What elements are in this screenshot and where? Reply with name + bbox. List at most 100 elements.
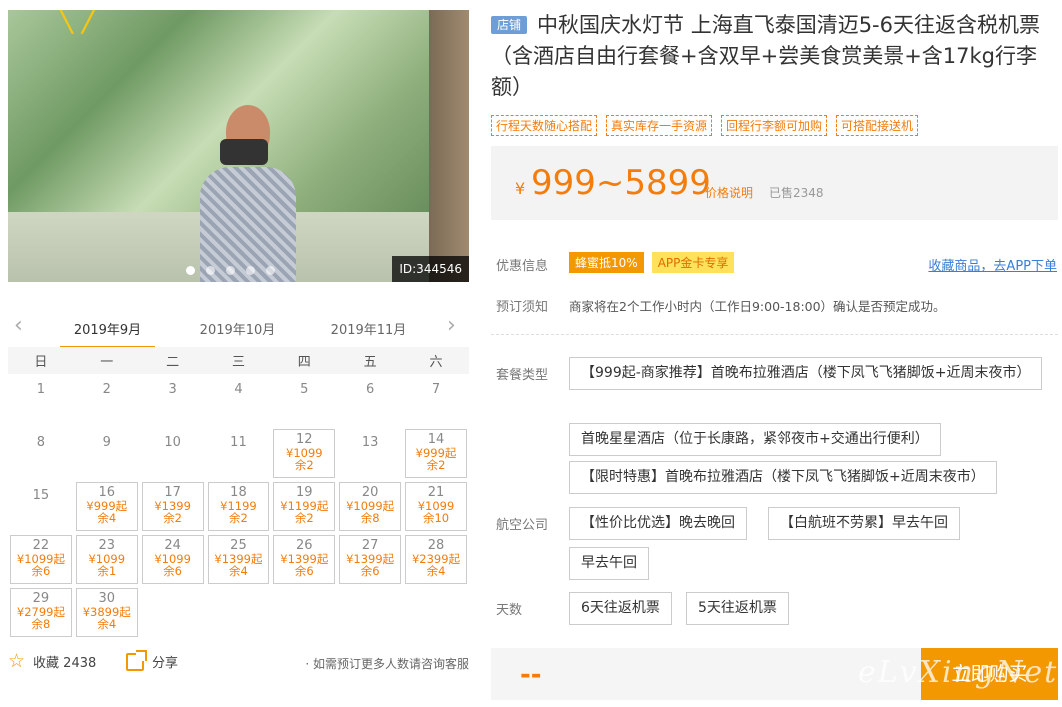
day-remaining: 余2 [163, 511, 183, 525]
airline-option[interactable]: 【性价比优选】晚去晚回 [569, 507, 747, 540]
airline-option[interactable]: 【白航班不劳累】早去午回 [768, 507, 960, 540]
calendar-day: 9 [102, 435, 111, 450]
calendar-day[interactable]: 20 ¥1099起 余8 [339, 482, 402, 531]
booking-label: 预订须知 [496, 300, 549, 315]
favorite-button[interactable]: ☆ 收藏 2438 [8, 652, 97, 672]
feature-tag: 行程天数随心搭配 [491, 115, 598, 136]
calendar-day[interactable]: 30 ¥3899起 余4 [75, 588, 138, 637]
day-number: 28 [427, 538, 445, 553]
day-number: 29 [32, 591, 50, 606]
day-remaining: 余4 [97, 511, 117, 525]
calendar-day[interactable]: 14 ¥999起 余2 [405, 429, 467, 478]
day-number: 16 [98, 485, 116, 500]
day-remaining: 余2 [426, 458, 446, 472]
day-number: 27 [361, 538, 379, 553]
share-label: 分享 [152, 656, 179, 671]
share-icon [126, 649, 147, 671]
calendar-day: 4 [234, 382, 243, 397]
day-remaining: 余6 [294, 564, 314, 578]
tab-month-sep[interactable]: 2019年9月 [60, 319, 155, 349]
carousel-dots[interactable] [186, 266, 275, 275]
photo-person [186, 105, 311, 282]
days-option[interactable]: 6天往返机票 [569, 592, 672, 625]
calendar-day[interactable]: 16 ¥999起 余4 [75, 482, 138, 531]
package-option[interactable]: 【限时特惠】首晚布拉雅酒店（楼下凤飞飞猪脚饭+近周末夜市） [569, 461, 997, 494]
day-number: 24 [164, 538, 181, 553]
day-number: 21 [427, 485, 445, 500]
feature-tag: 真实库存一手资源 [606, 115, 713, 136]
date-calendar: 日一二三四五六 1 2 3 4 5 6 7 8 9 10 11 12 ¥1099 余2 13 14 ¥999起余… [8, 347, 469, 639]
calendar-day[interactable]: 19 ¥1199起 余2 [273, 482, 336, 531]
calendar-day[interactable]: 27 ¥1399起 余6 [339, 535, 402, 584]
airline-label: 航空公司 [496, 518, 549, 533]
shop-badge: 店铺 [491, 16, 528, 34]
calendar-day[interactable]: 17 ¥1399 余2 [141, 482, 204, 531]
day-remaining: 余4 [229, 564, 248, 578]
carousel-dot[interactable] [266, 266, 275, 275]
calendar-day: 5 [300, 382, 309, 397]
carousel-dot[interactable] [246, 266, 255, 275]
tab-month-nov[interactable]: 2019年11月 [321, 319, 416, 338]
day-remaining: 余6 [163, 564, 183, 578]
share-button[interactable]: 分享 [126, 649, 179, 671]
feature-tags: 行程天数随心搭配 真实库存一手资源 回程行李额可加购 可搭配接送机 [491, 115, 919, 136]
day-number: 14 [427, 432, 445, 447]
calendar-day: 3 [168, 382, 177, 397]
calendar-day[interactable]: 22 ¥1099起 余6 [10, 535, 72, 584]
product-title-text: 中秋国庆水灯节 上海直飞泰国清迈5-6天往返含税机票（含酒店自由行套餐+含双早+… [491, 13, 1040, 99]
month-switcher: ‹ 2019年9月 2019年10月 2019年11月 › [8, 311, 469, 349]
package-option[interactable]: 【999起-商家推荐】首晚布拉雅酒店（楼下凤飞飞猪脚饭+近周末夜市） [569, 357, 1042, 390]
day-number: 23 [98, 538, 116, 553]
tab-month-oct[interactable]: 2019年10月 [190, 319, 285, 338]
calendar-day: 8 [36, 435, 46, 450]
package-option[interactable]: 首晚星星酒店（位于长康路，紧邻夜市+交通出行便利） [569, 423, 941, 456]
day-number: 22 [32, 538, 50, 553]
calendar-day[interactable]: 12 ¥1099 余2 [273, 429, 336, 478]
day-remaining: 余6 [360, 564, 380, 578]
calendar-day[interactable]: 26 ¥1399起 余6 [273, 535, 336, 584]
calendar-day: 13 [361, 435, 379, 450]
divider [491, 334, 1058, 335]
calendar-day[interactable]: 25 ¥1399起 余4 [207, 535, 270, 584]
day-number: 19 [296, 485, 313, 500]
weekday-label: 一 [73, 347, 140, 374]
day-remaining: 余6 [31, 564, 51, 578]
day-remaining: 余10 [422, 511, 450, 525]
calendar-day: 11 [230, 435, 247, 450]
price-currency: ¥ [515, 179, 526, 198]
feature-tag: 回程行李额可加购 [721, 115, 828, 136]
day-remaining: 余4 [426, 564, 446, 578]
carousel-dot[interactable] [186, 266, 195, 275]
day-remaining: 余8 [360, 511, 380, 525]
product-photo: ╲ ╱ ID:344546 [8, 10, 469, 282]
calendar-day: 1 [36, 382, 46, 397]
calendar-day[interactable]: 23 ¥1099 余1 [75, 535, 138, 584]
weekday-label: 二 [139, 347, 206, 374]
price-box: ¥ 999~5899 价格说明 已售2348 [491, 146, 1058, 220]
carousel-dot[interactable] [226, 266, 235, 275]
weekday-header: 日一二三四五六 [8, 347, 469, 374]
prev-month-chevron-icon[interactable]: ‹ [14, 315, 23, 337]
product-title: 店铺 中秋国庆水灯节 上海直飞泰国清迈5-6天往返含税机票（含酒店自由行套餐+含双… [491, 10, 1051, 103]
calendar-day[interactable]: 18 ¥1199 余2 [207, 482, 270, 531]
calendar-day[interactable]: 29 ¥2799起 余8 [10, 588, 72, 637]
sun-flare-decoration: ╲ ╱ [56, 10, 99, 34]
day-number: 20 [361, 485, 379, 500]
next-month-chevron-icon[interactable]: › [447, 315, 456, 337]
airline-option[interactable]: 早去午回 [569, 547, 649, 580]
price-explanation-link[interactable]: 价格说明 [705, 184, 753, 201]
days-option[interactable]: 5天往返机票 [686, 592, 789, 625]
day-remaining: 余2 [294, 511, 314, 525]
day-number: 26 [296, 538, 313, 553]
weekday-label: 四 [271, 347, 338, 374]
carousel-dot[interactable] [206, 266, 215, 275]
calendar-day[interactable]: 24 ¥1099 余6 [141, 535, 204, 584]
calendar-day[interactable]: 28 ¥2399起 余4 [405, 535, 467, 584]
calendar-day[interactable]: 21 ¥1099 余10 [405, 482, 467, 531]
package-label: 套餐类型 [496, 368, 549, 383]
favorite-count: 收藏 2438 [33, 656, 97, 671]
sold-count: 已售2348 [769, 186, 824, 200]
calendar-day: 10 [164, 435, 181, 450]
calendar-day: 6 [366, 382, 375, 397]
app-order-link[interactable]: 收藏商品，去APP下单 [928, 255, 1057, 274]
